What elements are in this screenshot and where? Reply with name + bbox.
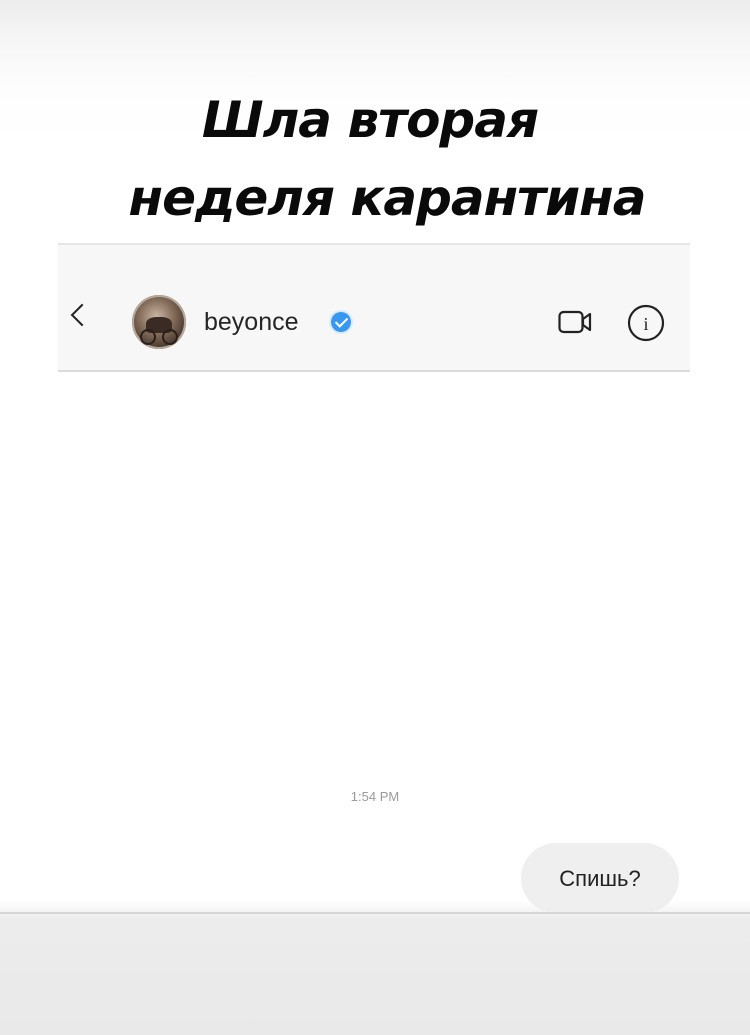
dm-header: beyonce i xyxy=(58,243,690,372)
message-text: Спишь? xyxy=(559,866,641,891)
info-glyph: i xyxy=(643,314,648,334)
avatar[interactable] xyxy=(132,295,186,349)
caption-line-2: неделя карантина xyxy=(128,169,647,227)
divider xyxy=(0,912,750,914)
message-bubble[interactable]: Спишь? xyxy=(521,843,679,913)
story-screen: Шла вторая неделя карантина beyonce i 1:… xyxy=(0,0,750,1035)
avatar-wheel xyxy=(162,329,178,345)
message-timestamp: 1:54 PM xyxy=(350,789,400,804)
username[interactable]: beyonce xyxy=(204,307,299,337)
info-icon[interactable]: i xyxy=(626,303,666,343)
verified-badge-icon xyxy=(331,312,351,332)
video-call-icon[interactable] xyxy=(558,309,592,337)
avatar-wheel xyxy=(140,329,156,345)
caption-line-1: Шла вторая xyxy=(201,91,539,149)
chevron-left-icon[interactable] xyxy=(70,303,94,327)
